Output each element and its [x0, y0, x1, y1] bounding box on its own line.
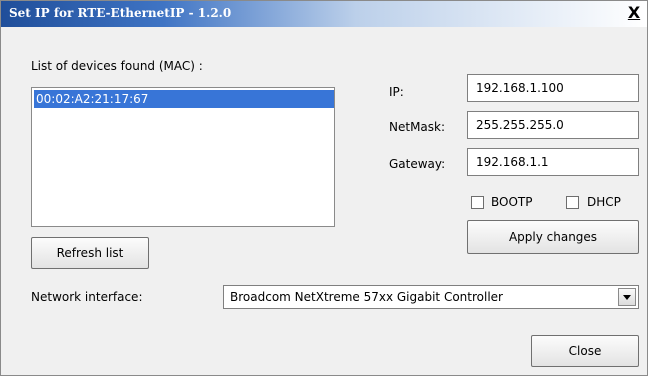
refresh-list-button[interactable]: Refresh list [31, 237, 149, 269]
set-ip-dialog: Set IP for RTE-EthernetIP - 1.2.0 X List… [0, 0, 648, 376]
gateway-label: Gateway: [389, 157, 446, 171]
bootp-label: BOOTP [491, 195, 533, 209]
network-interface-value: Broadcom NetXtreme 57xx Gigabit Controll… [230, 290, 503, 304]
window-title: Set IP for RTE-EthernetIP - 1.2.0 [9, 6, 232, 20]
dhcp-checkbox[interactable] [566, 196, 579, 209]
ip-field[interactable]: 192.168.1.100 [467, 74, 639, 102]
close-icon[interactable]: X [625, 4, 643, 22]
devices-label: List of devices found (MAC) : [31, 59, 203, 73]
title-bar[interactable]: Set IP for RTE-EthernetIP - 1.2.0 X [1, 1, 647, 27]
netmask-label: NetMask: [389, 120, 446, 134]
dhcp-label: DHCP [587, 195, 621, 209]
ip-label: IP: [389, 85, 404, 99]
bootp-checkbox[interactable] [471, 196, 484, 209]
devices-list[interactable]: 00:02:A2:21:17:67 [31, 87, 335, 227]
gateway-field[interactable]: 192.168.1.1 [467, 148, 639, 176]
netmask-field[interactable]: 255.255.255.0 [467, 111, 639, 139]
network-interface-label: Network interface: [31, 290, 143, 304]
list-item[interactable]: 00:02:A2:21:17:67 [34, 90, 334, 108]
close-button[interactable]: Close [531, 335, 639, 367]
apply-changes-button[interactable]: Apply changes [467, 220, 639, 254]
chevron-down-icon[interactable] [618, 288, 636, 306]
network-interface-select[interactable]: Broadcom NetXtreme 57xx Gigabit Controll… [223, 285, 639, 309]
